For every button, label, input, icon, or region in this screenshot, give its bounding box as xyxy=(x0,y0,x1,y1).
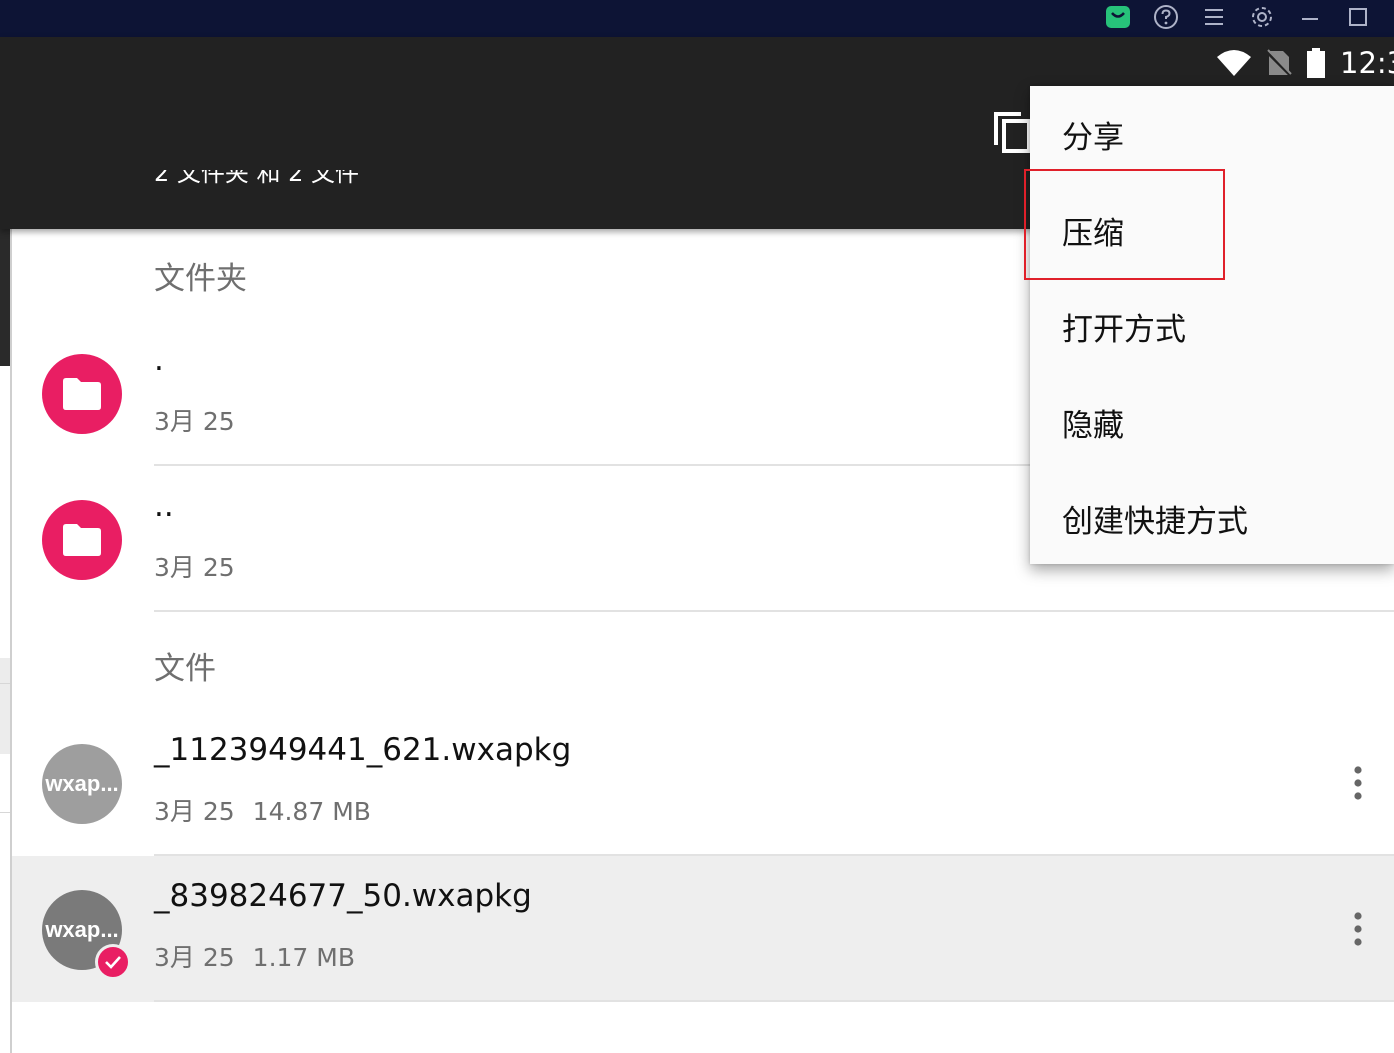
emulator-screen: 12:3 2 文件夹 和 2 文件 文件夹 . 3月 25 xyxy=(0,0,1394,1053)
section-header-folders: 文件夹 xyxy=(154,261,247,297)
drawer-edge-divider xyxy=(0,812,10,813)
item-meta: 3月 25 14.87 MB xyxy=(154,792,371,828)
file-thumbnail-text: wxap... xyxy=(45,771,119,796)
menu-icon[interactable] xyxy=(1199,2,1229,32)
drawer-edge xyxy=(0,180,12,1053)
folder-icon xyxy=(63,378,101,410)
row-divider xyxy=(154,610,1394,612)
menu-item-hide[interactable]: 隐藏 xyxy=(1030,374,1394,470)
row-divider xyxy=(154,1000,1394,1002)
overflow-menu: 分享 压缩 打开方式 隐藏 创建快捷方式 xyxy=(1030,86,1394,564)
status-bar: 12:3 xyxy=(1202,43,1394,83)
file-thumbnail-text: wxap... xyxy=(45,917,119,942)
check-icon xyxy=(95,944,131,980)
item-date: 3月 25 xyxy=(154,407,235,436)
section-header-files: 文件 xyxy=(154,651,216,687)
status-time: 12:3 xyxy=(1340,46,1394,80)
item-size: 1.17 MB xyxy=(252,943,356,972)
item-name: .. xyxy=(154,488,174,524)
help-icon[interactable] xyxy=(1151,2,1181,32)
item-meta: 3月 25 xyxy=(154,402,235,438)
folder-icon xyxy=(63,524,101,556)
selection-summary-text: 2 文件夹 和 2 文件 xyxy=(154,170,360,187)
drawer-edge-light xyxy=(0,658,10,754)
list-item-selected[interactable]: wxap... _839824677_50.wxapkg 3月 25 1.17 M… xyxy=(12,856,1394,1002)
store-icon[interactable] xyxy=(1103,2,1133,32)
item-meta: 3月 25 xyxy=(154,548,235,584)
folder-avatar xyxy=(42,354,122,434)
settings-icon[interactable] xyxy=(1247,2,1277,32)
file-thumbnail: wxap... xyxy=(42,744,122,824)
menu-item-share[interactable]: 分享 xyxy=(1030,86,1394,182)
item-name: _1123949441_621.wxapkg xyxy=(154,732,572,768)
no-sim-icon xyxy=(1266,49,1292,77)
folder-avatar xyxy=(42,500,122,580)
item-date: 3月 25 xyxy=(154,943,235,972)
copy-icon[interactable] xyxy=(991,109,1031,155)
item-name: . xyxy=(154,342,164,378)
battery-icon xyxy=(1306,48,1326,78)
drawer-edge-divider xyxy=(0,683,10,684)
item-date: 3月 25 xyxy=(154,797,235,826)
menu-item-create-shortcut[interactable]: 创建快捷方式 xyxy=(1030,470,1394,566)
menu-item-compress[interactable]: 压缩 xyxy=(1030,182,1394,278)
wifi-icon xyxy=(1216,49,1252,77)
emulator-toolbar xyxy=(0,0,1394,37)
more-vert-icon[interactable] xyxy=(1334,899,1382,959)
item-meta: 3月 25 1.17 MB xyxy=(154,938,355,974)
menu-item-open-with[interactable]: 打开方式 xyxy=(1030,278,1394,374)
minimize-icon[interactable] xyxy=(1295,2,1325,32)
item-name: _839824677_50.wxapkg xyxy=(154,878,532,914)
more-vert-icon[interactable] xyxy=(1334,753,1382,813)
maximize-icon[interactable] xyxy=(1343,2,1373,32)
item-date: 3月 25 xyxy=(154,553,235,582)
selection-summary: 2 文件夹 和 2 文件 xyxy=(154,170,414,192)
list-item[interactable]: wxap... _1123949441_621.wxapkg 3月 25 14.8… xyxy=(12,710,1394,856)
item-size: 14.87 MB xyxy=(252,797,371,826)
